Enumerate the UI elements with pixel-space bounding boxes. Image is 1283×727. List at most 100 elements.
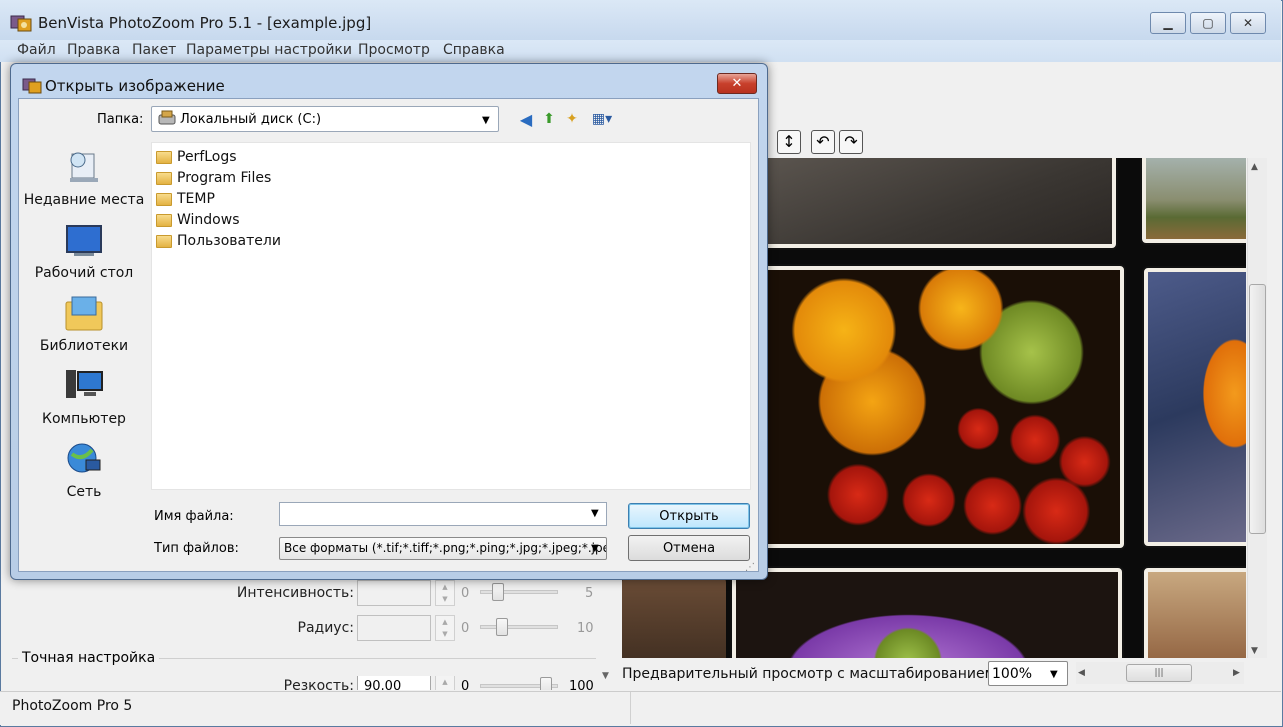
place-computer[interactable]: Компьютер: [22, 411, 146, 427]
recent-places-icon: [70, 152, 98, 182]
view-menu-icon[interactable]: ▦▾: [587, 110, 617, 128]
list-item[interactable]: PerfLogs: [156, 149, 237, 165]
app-icon: [10, 15, 32, 32]
sharpness-max: 100: [569, 679, 594, 690]
panel-scroll-down-icon[interactable]: ▼: [602, 671, 609, 681]
computer-icon: [66, 370, 103, 398]
sharpness-stepper[interactable]: ▲▼: [435, 676, 455, 690]
place-libraries[interactable]: Библиотеки: [22, 338, 146, 354]
window-title: BenVista PhotoZoom Pro 5.1 - [example.jp…: [38, 14, 372, 32]
scroll-right-icon[interactable]: ▶: [1233, 668, 1240, 678]
scroll-left-icon[interactable]: ◀: [1078, 668, 1085, 678]
vertical-scroll-thumb[interactable]: [1249, 284, 1266, 534]
folder-icon: [156, 171, 172, 185]
place-network[interactable]: Сеть: [22, 484, 146, 500]
radius-stepper[interactable]: ▲ ▼: [435, 615, 455, 641]
status-text: PhotoZoom Pro 5: [12, 698, 133, 714]
menu-view[interactable]: Просмотр: [358, 42, 430, 58]
chevron-down-icon[interactable]: ▼: [591, 508, 599, 519]
photo-fish: [1144, 268, 1246, 546]
intensity-min: 0: [461, 586, 470, 601]
radius-min: 0: [461, 621, 470, 636]
cancel-button[interactable]: Отмена: [628, 535, 750, 561]
folder-select-value: Локальный диск (C:): [180, 112, 322, 127]
fit-height-button[interactable]: ↕: [777, 130, 801, 154]
intensity-input[interactable]: [357, 580, 431, 606]
menu-help[interactable]: Справка: [443, 42, 505, 58]
photo-fruit: [762, 266, 1124, 548]
photo-rock: [760, 158, 1116, 248]
fine-tune-title: Точная настройка: [18, 650, 160, 666]
rotate-left-button[interactable]: ↶: [811, 130, 835, 154]
folder-icon: [156, 213, 172, 227]
file-list[interactable]: [151, 142, 751, 490]
chevron-down-icon[interactable]: ▼: [1050, 669, 1058, 680]
sharpness-row: Резкость: 90,00 ▲▼ 0 100: [0, 676, 600, 690]
place-desktop[interactable]: Рабочий стол: [22, 265, 146, 281]
photo-field: [1142, 158, 1246, 243]
dialog-title: Открыть изображение: [45, 77, 225, 95]
menu-file[interactable]: Файл: [17, 42, 56, 58]
menu-settings[interactable]: Параметры настройки: [186, 42, 352, 58]
rotate-left-icon: ↶: [816, 132, 830, 151]
filetype-label: Тип файлов:: [154, 541, 239, 556]
chevron-down-icon[interactable]: ▼: [591, 543, 599, 554]
filetype-select[interactable]: Все форматы (*.tif;*.tiff;*.png;*.ping;*…: [279, 537, 607, 560]
list-item[interactable]: Windows: [156, 212, 240, 228]
place-recent[interactable]: Недавние места: [22, 192, 146, 208]
intensity-label: Интенсивность:: [236, 585, 354, 601]
folder-icon: [156, 192, 172, 206]
filename-input[interactable]: [279, 502, 607, 526]
list-item[interactable]: TEMP: [156, 191, 215, 207]
minimize-icon: ▁: [1163, 16, 1173, 30]
radius-max: 10: [577, 621, 594, 636]
close-button[interactable]: ✕: [1230, 12, 1266, 34]
photo-flower: [732, 568, 1122, 658]
close-icon: ✕: [1242, 16, 1254, 30]
scroll-down-icon[interactable]: ▼: [1251, 646, 1258, 656]
minimize-button[interactable]: ▁: [1150, 12, 1186, 34]
list-item[interactable]: Program Files: [156, 170, 271, 186]
intensity-stepper[interactable]: ▲ ▼: [435, 580, 455, 606]
new-folder-icon[interactable]: ✦: [563, 110, 581, 128]
folder-icon: [156, 234, 172, 248]
sharpness-label: Резкость:: [283, 678, 354, 690]
menu-edit[interactable]: Правка: [67, 42, 120, 58]
dialog-app-icon: [22, 78, 42, 94]
resize-grip-icon[interactable]: ⋰: [745, 562, 755, 573]
scroll-up-icon[interactable]: ▲: [1251, 162, 1258, 172]
maximize-icon: ▢: [1202, 16, 1214, 30]
radius-slider-thumb[interactable]: [496, 618, 508, 636]
desktop-icon: [66, 225, 102, 256]
up-folder-icon[interactable]: ⬆: [540, 110, 558, 128]
radius-input[interactable]: [357, 615, 431, 641]
preview-zoom-label: Предварительный просмотр с масштабирован…: [622, 666, 1000, 682]
filename-label: Имя файла:: [154, 509, 234, 524]
back-icon[interactable]: ◀: [517, 110, 535, 129]
chevron-down-icon[interactable]: ▼: [482, 115, 490, 126]
libraries-icon: [65, 296, 103, 331]
list-item[interactable]: Пользователи: [156, 233, 281, 249]
menu-batch[interactable]: Пакет: [132, 42, 176, 58]
status-divider: [630, 692, 631, 724]
sharpness-slider-thumb[interactable]: [540, 677, 552, 690]
open-button[interactable]: Открыть: [628, 503, 750, 529]
radius-slider[interactable]: [480, 625, 558, 629]
close-icon: ✕: [731, 76, 743, 91]
sharpness-min: 0: [461, 679, 470, 690]
photo-portrait: [622, 578, 726, 658]
vertical-arrows-icon: ↕: [782, 132, 796, 151]
rotate-right-icon: ↷: [844, 132, 858, 151]
dialog-close-button[interactable]: ✕: [717, 73, 757, 94]
intensity-max: 5: [585, 586, 594, 601]
maximize-button[interactable]: ▢: [1190, 12, 1226, 34]
folder-label: Папка:: [97, 112, 144, 127]
photo-sand: [1144, 568, 1246, 658]
sharpness-input[interactable]: 90,00: [357, 676, 431, 690]
network-icon: [67, 443, 101, 473]
intensity-slider-thumb[interactable]: [492, 583, 504, 601]
rotate-right-button[interactable]: ↷: [839, 130, 863, 154]
status-bar: [0, 691, 1281, 725]
radius-label: Радиус:: [297, 620, 355, 636]
horizontal-scroll-thumb[interactable]: |||: [1126, 664, 1192, 682]
